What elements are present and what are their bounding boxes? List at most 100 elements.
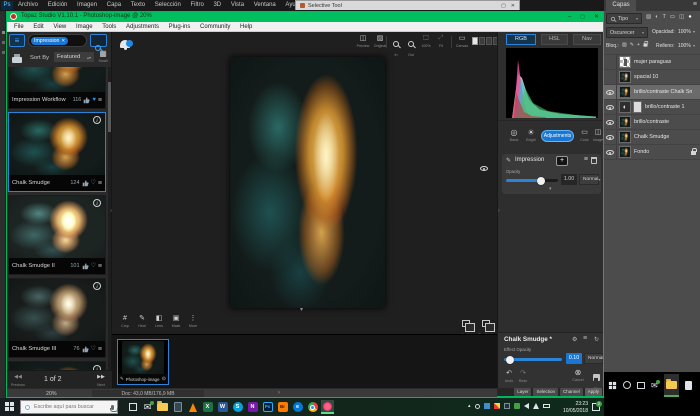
- notifications-button[interactable]: [120, 35, 136, 49]
- effect-opacity-slider[interactable]: [504, 358, 562, 361]
- onenote-icon[interactable]: N: [246, 400, 259, 414]
- next-page-button[interactable]: ▶▶ Next: [93, 373, 109, 387]
- info-icon[interactable]: i: [93, 199, 101, 207]
- blend-mode-dropdown-ps[interactable]: Oscurecer ▾: [606, 27, 648, 38]
- ps-menu-imagen[interactable]: Imagen: [77, 0, 97, 11]
- crop-tool[interactable]: # Crop: [118, 314, 132, 328]
- filter-adjustment-icon[interactable]: ◐: [655, 14, 658, 20]
- start-button-2[interactable]: [609, 381, 616, 388]
- thumbs-up-icon[interactable]: [82, 263, 89, 270]
- lens-tool[interactable]: ◧ Lens: [152, 314, 166, 328]
- layer-row-fondo[interactable]: Fondo: [604, 145, 700, 160]
- zoom-level[interactable]: 20%: [46, 391, 57, 397]
- topaz-titlebar[interactable]: Topaz Studio V1.10.1 - Photoshop-image @…: [6, 11, 604, 22]
- info-icon[interactable]: i: [93, 282, 101, 290]
- ps-menu-archivo[interactable]: Archivo: [18, 0, 38, 11]
- scrollbar-thumb[interactable]: [108, 82, 111, 132]
- layer-row-mujer-paraguas[interactable]: mujer paraguas: [604, 55, 700, 70]
- preset-menu-icon[interactable]: ≡: [98, 180, 102, 187]
- lock-position-icon[interactable]: +: [637, 42, 640, 48]
- excel-icon[interactable]: X: [201, 400, 214, 414]
- opacity-slider-knob[interactable]: [537, 177, 545, 185]
- action-center-button[interactable]: 2: [592, 403, 600, 411]
- tab-hsl[interactable]: HSL: [541, 34, 568, 45]
- output-apply-button[interactable]: Apply: [585, 388, 602, 396]
- preset-card-impression-workflow[interactable]: Impression Workflow 116 ♥ ≡: [8, 67, 106, 109]
- bright-button[interactable]: ☀ Bright: [523, 128, 539, 142]
- main-canvas-image[interactable]: [230, 57, 385, 308]
- filter-toggle-icon[interactable]: ●: [688, 14, 691, 20]
- cortana-icon-2[interactable]: [623, 381, 631, 389]
- thumbs-up-icon[interactable]: [82, 180, 89, 187]
- ps-menu-vista[interactable]: Vista: [231, 0, 244, 11]
- topaz-close-icon[interactable]: ✕: [594, 13, 599, 20]
- cancel-button[interactable]: ⊗ Cancel: [570, 368, 586, 382]
- collapse-chevron[interactable]: ▾: [300, 306, 303, 313]
- blend-mode-dropdown[interactable]: Normal ▾: [579, 174, 599, 185]
- visibility-toggle[interactable]: [604, 145, 617, 159]
- layer-filter-dropdown[interactable]: Tipo ▾: [606, 13, 642, 24]
- thumbs-up-icon[interactable]: [82, 346, 89, 353]
- microphone-icon[interactable]: [111, 405, 114, 410]
- layer-thumbnail[interactable]: [619, 131, 631, 143]
- task-view-icon-2[interactable]: [637, 382, 645, 389]
- layer-thumbnail[interactable]: [619, 71, 631, 83]
- topaz-minimize-icon[interactable]: –: [568, 14, 571, 20]
- documents-icon[interactable]: [171, 400, 184, 414]
- preset-menu-icon[interactable]: ≡: [98, 97, 102, 104]
- ps-menu-3d[interactable]: 3D: [213, 0, 221, 11]
- selective-maximize-icon[interactable]: ▢: [501, 3, 506, 9]
- tab-nav[interactable]: Nav: [573, 34, 601, 45]
- topaz-menu-edit[interactable]: Edit: [33, 22, 43, 32]
- add-adjustment-button[interactable]: +: [556, 156, 568, 166]
- heart-icon[interactable]: ♥: [92, 97, 96, 103]
- layer-row-spacial-10[interactable]: spacial 10: [604, 70, 700, 85]
- layer-row-brillo-contraste-chalk-smudge-2[interactable]: brillo/contraste Chalk Smudge II: [604, 85, 700, 100]
- opacity-slider[interactable]: [506, 179, 558, 182]
- topaz-menu-tools[interactable]: Tools: [102, 22, 116, 32]
- color-button[interactable]: ▭ Color: [577, 128, 592, 142]
- ps-menu-capa[interactable]: Capa: [107, 0, 121, 11]
- lock-transparent-icon[interactable]: ▨: [622, 42, 627, 48]
- heart-outline-icon[interactable]: ♡: [91, 180, 96, 186]
- layer-mask-thumbnail[interactable]: [633, 101, 642, 113]
- tray-icon-flag[interactable]: [504, 403, 510, 409]
- tray-expand-icon[interactable]: ▴: [468, 403, 471, 409]
- previous-page-button[interactable]: ◀◀ Previous: [9, 373, 27, 387]
- adjustment-layer-icon[interactable]: ◐: [619, 101, 631, 113]
- opacity-value-field[interactable]: 1.00: [561, 174, 577, 185]
- topaz-maximize-icon[interactable]: ▢: [580, 14, 585, 20]
- photoshop-icon[interactable]: Ps: [261, 400, 274, 414]
- tab-capas[interactable]: Capas: [606, 0, 636, 11]
- redo-button[interactable]: ↷ Redo: [517, 369, 529, 383]
- trash-icon[interactable]: [591, 157, 597, 164]
- more-tools[interactable]: ⋮ More: [186, 314, 200, 328]
- tray-icon-app-blue[interactable]: [484, 403, 490, 409]
- word-icon[interactable]: W: [216, 400, 229, 414]
- ps-menu-filtro[interactable]: Filtro: [190, 0, 203, 11]
- sort-dropdown[interactable]: Featured ▴▾: [53, 51, 95, 63]
- taskbar-search-input[interactable]: [34, 404, 108, 410]
- layer-thumbnail[interactable]: [619, 56, 631, 68]
- visibility-toggle[interactable]: [604, 55, 617, 69]
- visibility-eye-icon[interactable]: [480, 166, 488, 171]
- heart-outline-icon[interactable]: ♡: [91, 263, 96, 269]
- effect-menu-icon[interactable]: ≡: [583, 335, 587, 342]
- zoom-in-button[interactable]: In: [389, 34, 403, 57]
- zoom-out-button[interactable]: Out: [404, 34, 418, 57]
- panel-menu-icon[interactable]: ≡: [693, 1, 697, 8]
- preset-card-chalk-smudge[interactable]: i Chalk Smudge 124 ♡ ≡: [8, 112, 106, 192]
- effect-blend-dropdown[interactable]: Normal ▾: [584, 353, 603, 364]
- preset-card-chalk-smudge-3[interactable]: i Chalk Smudge III 76 ♡ ≡: [8, 278, 106, 358]
- view-mode-side[interactable]: [486, 37, 492, 45]
- undo-button[interactable]: ↶ Undo: [503, 369, 515, 383]
- effect-reset-icon[interactable]: ↻: [594, 336, 599, 343]
- hamburger-menu-button[interactable]: ≡: [9, 34, 25, 47]
- vlc-icon[interactable]: [186, 400, 199, 414]
- layer-thumbnail[interactable]: [619, 116, 631, 128]
- basic-button[interactable]: ◎ Basic: [506, 128, 522, 142]
- topaz-studio-icon-active[interactable]: [321, 400, 334, 414]
- view-mode-single[interactable]: [472, 37, 478, 45]
- topaz-menu-help[interactable]: Help: [240, 22, 252, 32]
- file-explorer-icon[interactable]: [156, 400, 169, 414]
